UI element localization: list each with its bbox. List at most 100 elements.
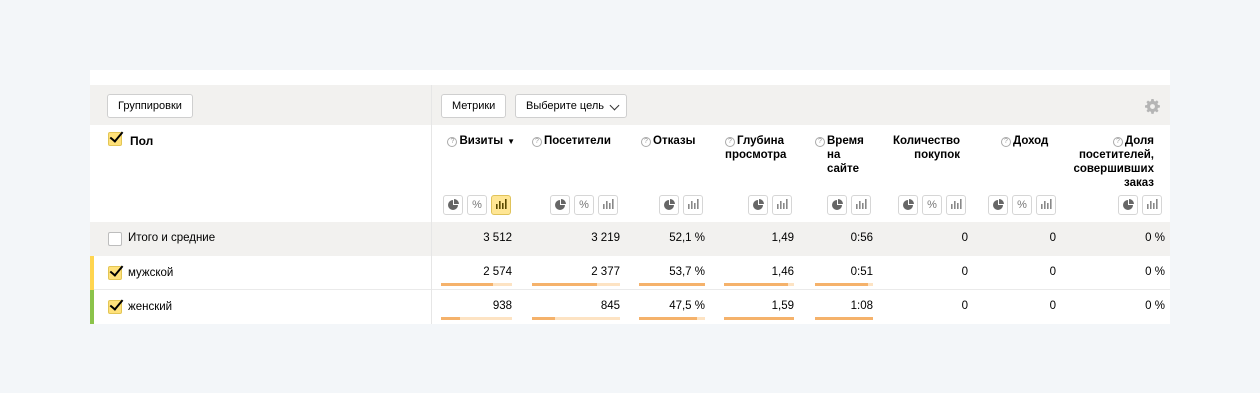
- bar-chart-view-button[interactable]: [851, 195, 871, 215]
- value-bar-fill: [441, 317, 460, 320]
- percent-view-button[interactable]: %: [1012, 195, 1032, 215]
- pie-icon: [664, 199, 675, 210]
- report-table: Группировки Метрики Выберите цель Пол ? В…: [90, 70, 1170, 324]
- help-icon[interactable]: ?: [1112, 137, 1123, 147]
- sort-desc-icon[interactable]: ▼: [507, 137, 515, 146]
- table-toolbar: [90, 85, 1170, 125]
- pie-chart-view-button[interactable]: [748, 195, 768, 215]
- help-icon[interactable]: ?: [815, 137, 825, 147]
- table-cell: 0: [961, 300, 968, 312]
- percent-view-button[interactable]: %: [574, 195, 594, 215]
- table-cell: 0: [1049, 232, 1056, 244]
- series-color-marker: [90, 256, 94, 290]
- metric-header-depth[interactable]: ? Глубина просмотра: [715, 134, 790, 162]
- metric-header-visitors[interactable]: ? Посетители: [520, 134, 612, 148]
- pie-icon: [993, 199, 1004, 210]
- table-cell: 52,1 %: [669, 232, 705, 244]
- value-bar-track: [815, 283, 873, 286]
- value-bar-track: [815, 317, 873, 320]
- help-icon[interactable]: ?: [641, 137, 651, 147]
- table-cell: 0: [961, 266, 968, 278]
- bar-chart-icon: [856, 199, 867, 209]
- percent-view-button[interactable]: %: [922, 195, 942, 215]
- table-cell: 2 377: [591, 266, 620, 278]
- pie-chart-view-button[interactable]: [659, 195, 679, 215]
- bar-chart-view-button[interactable]: [1036, 195, 1056, 215]
- metrics-button[interactable]: Метрики: [441, 94, 507, 118]
- value-bar-track: [724, 317, 794, 320]
- row-label: мужской: [128, 267, 174, 279]
- table-row-total: Итого и средние 3 512 3 219 52,1 % 1,49 0:56…: [90, 222, 1170, 256]
- series-color-marker: [90, 290, 94, 324]
- bar-chart-view-button[interactable]: [491, 195, 511, 215]
- table-cell: 1,49: [771, 232, 794, 244]
- table-cell: 938: [492, 300, 512, 312]
- metric-header-bounce[interactable]: ? Отказы: [630, 134, 710, 148]
- bar-chart-view-button[interactable]: [946, 195, 966, 215]
- gear-icon[interactable]: [1145, 99, 1160, 114]
- table-cell: 0 %: [1145, 300, 1165, 312]
- pie-icon: [832, 199, 843, 210]
- chevron-down-icon: [609, 100, 620, 111]
- bar-chart-icon: [951, 199, 962, 209]
- table-cell: 0 %: [1145, 232, 1165, 244]
- bar-chart-icon: [603, 199, 614, 209]
- value-bar-track: [441, 283, 512, 286]
- row-checkbox[interactable]: [108, 232, 122, 246]
- value-bar-track: [724, 283, 794, 286]
- bar-chart-view-button[interactable]: [772, 195, 792, 215]
- dimension-checkbox[interactable]: [108, 132, 122, 146]
- pie-chart-view-button[interactable]: [898, 195, 918, 215]
- percent-view-button[interactable]: %: [467, 195, 487, 215]
- metric-header-purchases[interactable]: Количество покупок: [885, 134, 960, 162]
- value-bar-fill: [639, 283, 705, 286]
- value-bar-track: [532, 283, 620, 286]
- table-cell: 0 %: [1145, 266, 1165, 278]
- help-icon[interactable]: ?: [447, 137, 458, 147]
- table-cell: 1,59: [771, 300, 794, 312]
- pie-chart-view-button[interactable]: [550, 195, 570, 215]
- pie-icon: [753, 199, 764, 210]
- goal-select[interactable]: Выберите цель: [515, 94, 627, 118]
- bar-chart-view-button[interactable]: [1142, 195, 1162, 215]
- value-bar-track: [441, 317, 512, 320]
- bar-chart-view-button[interactable]: [683, 195, 703, 215]
- table-cell: 3 512: [483, 232, 512, 244]
- table-cell: 0:51: [850, 266, 873, 278]
- value-bar-track: [532, 317, 620, 320]
- table-row-female[interactable]: женский 938 845 47,5 % 1,59 1:08 0 0 0 %: [90, 290, 1170, 324]
- metric-header-order-share[interactable]: ? Доля посетителей, совершивших заказ: [1070, 134, 1154, 190]
- table-cell: 845: [600, 300, 620, 312]
- row-checkbox[interactable]: [108, 266, 122, 280]
- pie-chart-view-button[interactable]: [827, 195, 847, 215]
- table-cell: 2 574: [483, 266, 512, 278]
- bar-chart-icon: [1147, 199, 1158, 209]
- metric-header-time[interactable]: ? Время на сайте: [805, 134, 875, 176]
- goal-select-label: Выберите цель: [526, 100, 604, 112]
- table-row-male[interactable]: мужской 2 574 2 377 53,7 % 1,46 0:51 0 0 0 %: [90, 256, 1170, 290]
- pie-chart-view-button[interactable]: [988, 195, 1008, 215]
- pie-icon: [448, 199, 459, 210]
- value-bar-fill: [815, 283, 868, 286]
- help-icon[interactable]: ?: [725, 137, 735, 147]
- row-label: Итого и средние: [128, 232, 216, 244]
- pie-icon: [1123, 199, 1134, 210]
- table-cell: 3 219: [591, 232, 620, 244]
- help-icon[interactable]: ?: [532, 137, 542, 147]
- pie-icon: [555, 199, 566, 210]
- row-label: женский: [128, 301, 173, 313]
- help-icon[interactable]: ?: [1001, 137, 1011, 147]
- pie-icon: [903, 199, 914, 210]
- table-cell: 0: [961, 232, 968, 244]
- value-bar-fill: [724, 283, 789, 286]
- bar-chart-icon: [1041, 199, 1052, 209]
- pie-chart-view-button[interactable]: [1118, 195, 1138, 215]
- metric-header-visits[interactable]: ? Визиты ▼: [447, 134, 515, 149]
- bar-chart-view-button[interactable]: [598, 195, 618, 215]
- metric-header-revenue[interactable]: ? Доход: [985, 134, 1050, 148]
- table-cell: 1,46: [771, 266, 794, 278]
- groupings-button[interactable]: Группировки: [107, 94, 193, 118]
- bar-chart-icon: [496, 199, 507, 209]
- row-checkbox[interactable]: [108, 300, 122, 314]
- pie-chart-view-button[interactable]: [443, 195, 463, 215]
